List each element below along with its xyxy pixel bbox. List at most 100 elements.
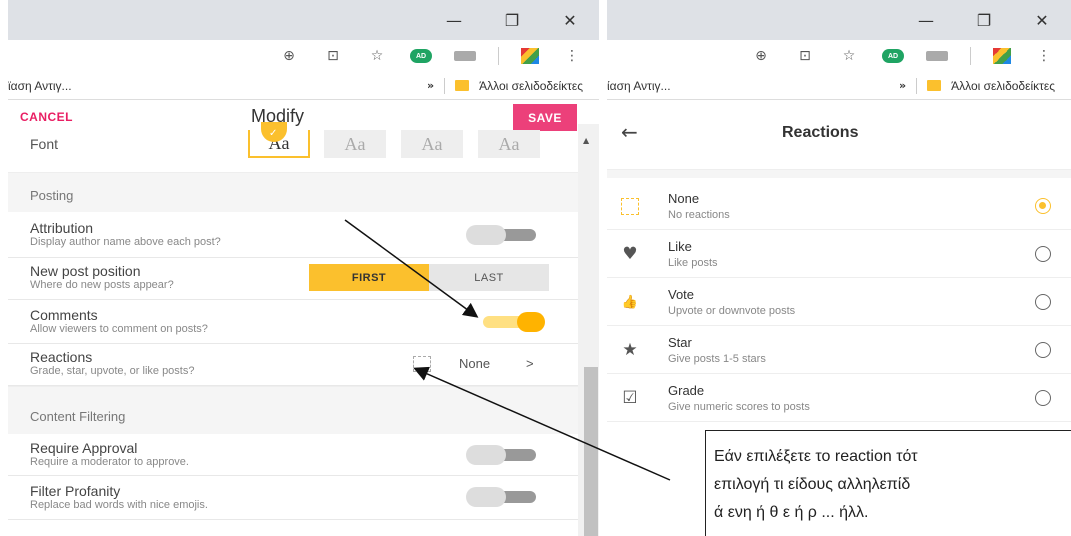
font-label: Font	[30, 136, 59, 152]
scrollbar-thumb[interactable]	[584, 367, 598, 536]
chevron-right-icon: >	[526, 356, 534, 371]
radio-like[interactable]	[1035, 246, 1051, 262]
option-description: Like posts	[668, 257, 718, 269]
section-divider	[607, 170, 1071, 178]
more-bookmarks-button[interactable]: »	[899, 79, 906, 92]
extension-icon[interactable]	[521, 48, 539, 64]
require-approval-row[interactable]: Require Approval Require a moderator to …	[8, 434, 578, 476]
bookmark-star-icon[interactable]: ☆	[366, 45, 388, 67]
minimize-button[interactable]: —	[425, 0, 483, 40]
filter-profanity-toggle[interactable]	[466, 487, 538, 507]
reaction-option-like[interactable]: ♥ Like Like posts	[607, 230, 1071, 278]
font-row: Font Aa ✓ Aa Aa Aa	[8, 122, 578, 166]
row-subtitle: Where do new posts appear?	[30, 279, 174, 291]
title-bar: — ❐ ✕	[8, 0, 599, 40]
row-title: Require Approval	[30, 440, 138, 456]
option-name: Like	[668, 239, 692, 254]
comments-toggle[interactable]	[473, 312, 545, 332]
new-post-position-row: New post position Where do new posts app…	[8, 258, 578, 300]
row-subtitle: Replace bad words with nice emojis.	[30, 499, 208, 511]
minimize-button[interactable]: —	[897, 0, 955, 40]
filter-profanity-row[interactable]: Filter Profanity Replace bad words with …	[8, 476, 578, 520]
extension-icon[interactable]	[993, 48, 1011, 64]
row-subtitle: Require a moderator to approve.	[30, 456, 189, 468]
attribution-row[interactable]: Attribution Display author name above ea…	[8, 212, 578, 258]
close-button[interactable]: ✕	[1013, 0, 1071, 40]
row-subtitle: Display author name above each post?	[30, 236, 221, 248]
reaction-option-none[interactable]: None No reactions	[607, 182, 1071, 230]
position-segmented-control: FIRST LAST	[309, 264, 549, 291]
content-filtering-section-header: Content Filtering	[8, 386, 578, 434]
toolbar-divider	[498, 47, 499, 65]
note-line-1: Εάν επιλέξετε το reaction τότ	[714, 448, 918, 465]
bookmark-star-icon[interactable]: ☆	[838, 45, 860, 67]
reactions-row[interactable]: Reactions Grade, star, upvote, or like p…	[8, 344, 578, 386]
bookmarks-bar: ϊαση Αντιγ... » Άλλοι σελιδοδείκτες	[8, 72, 599, 100]
check-box-icon: ☑	[622, 388, 638, 408]
attribution-toggle[interactable]	[466, 225, 538, 245]
last-option[interactable]: LAST	[429, 264, 549, 291]
menu-icon[interactable]: ⋮	[1033, 45, 1055, 67]
comments-row[interactable]: Comments Allow viewers to comment on pos…	[8, 300, 578, 344]
star-icon: ★	[622, 340, 638, 360]
other-bookmarks-folder[interactable]: Άλλοι σελιδοδείκτες	[479, 79, 583, 93]
first-option[interactable]: FIRST	[309, 264, 429, 291]
row-title: Attribution	[30, 220, 94, 236]
font-option-4[interactable]: Aa	[478, 130, 540, 158]
option-description: No reactions	[668, 209, 730, 221]
annotation-note: Εάν επιλέξετε το reaction τότ επιλογή τι…	[705, 430, 1071, 536]
posting-section-header: Posting	[8, 172, 578, 212]
radio-none[interactable]	[1035, 198, 1051, 214]
menu-icon[interactable]: ⋮	[561, 45, 583, 67]
option-name: Vote	[668, 287, 695, 302]
section-title: Content Filtering	[30, 409, 126, 424]
close-button[interactable]: ✕	[541, 0, 599, 40]
option-description: Give numeric scores to posts	[668, 401, 810, 413]
row-title: Filter Profanity	[30, 483, 121, 499]
profile-avatar[interactable]: AD	[882, 49, 904, 63]
note-line-2: επιλογή τι είδους αλληλεπίδ	[714, 476, 911, 493]
row-subtitle: Allow viewers to comment on posts?	[30, 323, 208, 335]
camera-icon[interactable]	[926, 51, 948, 61]
require-approval-toggle[interactable]	[466, 445, 538, 465]
more-bookmarks-button[interactable]: »	[427, 79, 434, 92]
other-bookmarks-folder[interactable]: Άλλοι σελιδοδείκτες	[951, 79, 1055, 93]
option-description: Give posts 1-5 stars	[668, 353, 766, 365]
reaction-option-vote[interactable]: 👍 Vote Upvote or downvote posts	[607, 278, 1071, 326]
add-icon[interactable]: ⊕	[750, 45, 772, 67]
bookmark-divider	[444, 77, 446, 94]
restore-button[interactable]: ❐	[483, 0, 541, 40]
translate-icon[interactable]: ⊡	[794, 45, 816, 67]
radio-star[interactable]	[1035, 342, 1051, 358]
font-option-3[interactable]: Aa	[401, 130, 463, 158]
row-subtitle: Grade, star, upvote, or like posts?	[30, 365, 195, 377]
option-name: Grade	[668, 383, 705, 398]
page-title: Reactions	[782, 124, 859, 141]
reactions-value: None	[459, 356, 491, 371]
save-button[interactable]: SAVE	[513, 104, 577, 131]
bookmark-item[interactable]: ίαση Αντιγ...	[607, 79, 671, 93]
folder-icon	[455, 80, 470, 91]
radio-grade[interactable]	[1035, 390, 1051, 406]
scroll-up-icon[interactable]: ▲	[583, 136, 589, 145]
browser-toolbar: ⊕ ⊡ ☆ AD ⋮	[8, 40, 599, 72]
reaction-option-grade[interactable]: ☑ Grade Give numeric scores to posts	[607, 374, 1071, 422]
dashed-square-icon	[620, 196, 640, 216]
font-option-2[interactable]: Aa	[324, 130, 386, 158]
browser-toolbar: ⊕ ⊡ ☆ AD ⋮	[607, 40, 1071, 72]
add-icon[interactable]: ⊕	[278, 45, 300, 67]
option-description: Upvote or downvote posts	[668, 305, 796, 317]
restore-button[interactable]: ❐	[955, 0, 1013, 40]
folder-icon	[927, 80, 942, 91]
bookmark-item[interactable]: ϊαση Αντιγ...	[8, 79, 72, 93]
reactions-app-bar: ← Reactions	[607, 100, 1071, 170]
profile-avatar[interactable]: AD	[410, 49, 432, 63]
cancel-button[interactable]: CANCEL	[20, 110, 73, 124]
radio-vote[interactable]	[1035, 294, 1051, 310]
row-title: Reactions	[30, 349, 93, 365]
translate-icon[interactable]: ⊡	[322, 45, 344, 67]
camera-icon[interactable]	[454, 51, 476, 61]
back-arrow-icon[interactable]: ←	[621, 120, 638, 144]
title-bar: — ❐ ✕	[607, 0, 1071, 40]
reaction-option-star[interactable]: ★ Star Give posts 1-5 stars	[607, 326, 1071, 374]
